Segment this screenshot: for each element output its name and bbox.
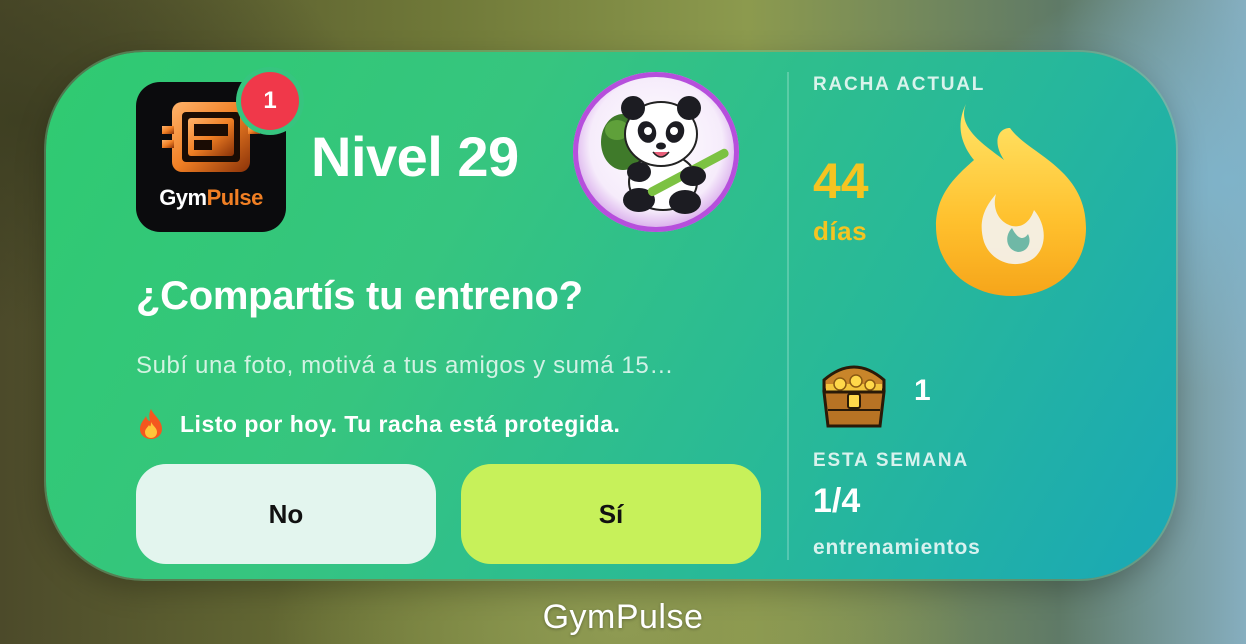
status-message: Listo por hoy. Tu racha está protegida. <box>136 408 620 440</box>
week-label: ESTA SEMANA <box>813 450 969 471</box>
fire-icon <box>140 409 162 439</box>
streak-label: RACHA ACTUAL <box>813 74 986 95</box>
panda-avatar[interactable] <box>573 72 739 232</box>
share-question: ¿Compartís tu entreno? <box>136 274 583 318</box>
divider <box>787 72 789 560</box>
app-name-part1: Gym <box>159 185 207 210</box>
notification-badge: 1 <box>241 72 299 130</box>
widget-caption: GymPulse <box>542 598 704 636</box>
status-text: Listo por hoy. Tu racha está protegida. <box>180 410 621 437</box>
streak-value: 44 <box>813 153 869 209</box>
flame-icon <box>936 104 1086 296</box>
streak-unit: días <box>813 216 868 246</box>
app-name-part2: Pulse <box>206 185 264 210</box>
gympulse-widget[interactable]: GymPulse 1 Nivel 29 ¿Compartís tu entren… <box>46 52 1176 579</box>
treasure-chest-icon[interactable] <box>818 350 890 436</box>
no-button[interactable]: No <box>136 464 436 564</box>
panda-icon <box>601 96 729 214</box>
yes-button[interactable]: Sí <box>461 464 761 564</box>
week-value: 1/4 <box>813 482 861 520</box>
level-title: Nivel 29 <box>311 125 519 188</box>
share-subtitle: Subí una foto, motivá a tus amigos y sum… <box>136 352 674 379</box>
week-unit: entrenamientos <box>813 536 981 559</box>
chest-count: 1 <box>914 374 931 407</box>
app-icon-label: GymPulse <box>136 185 286 211</box>
